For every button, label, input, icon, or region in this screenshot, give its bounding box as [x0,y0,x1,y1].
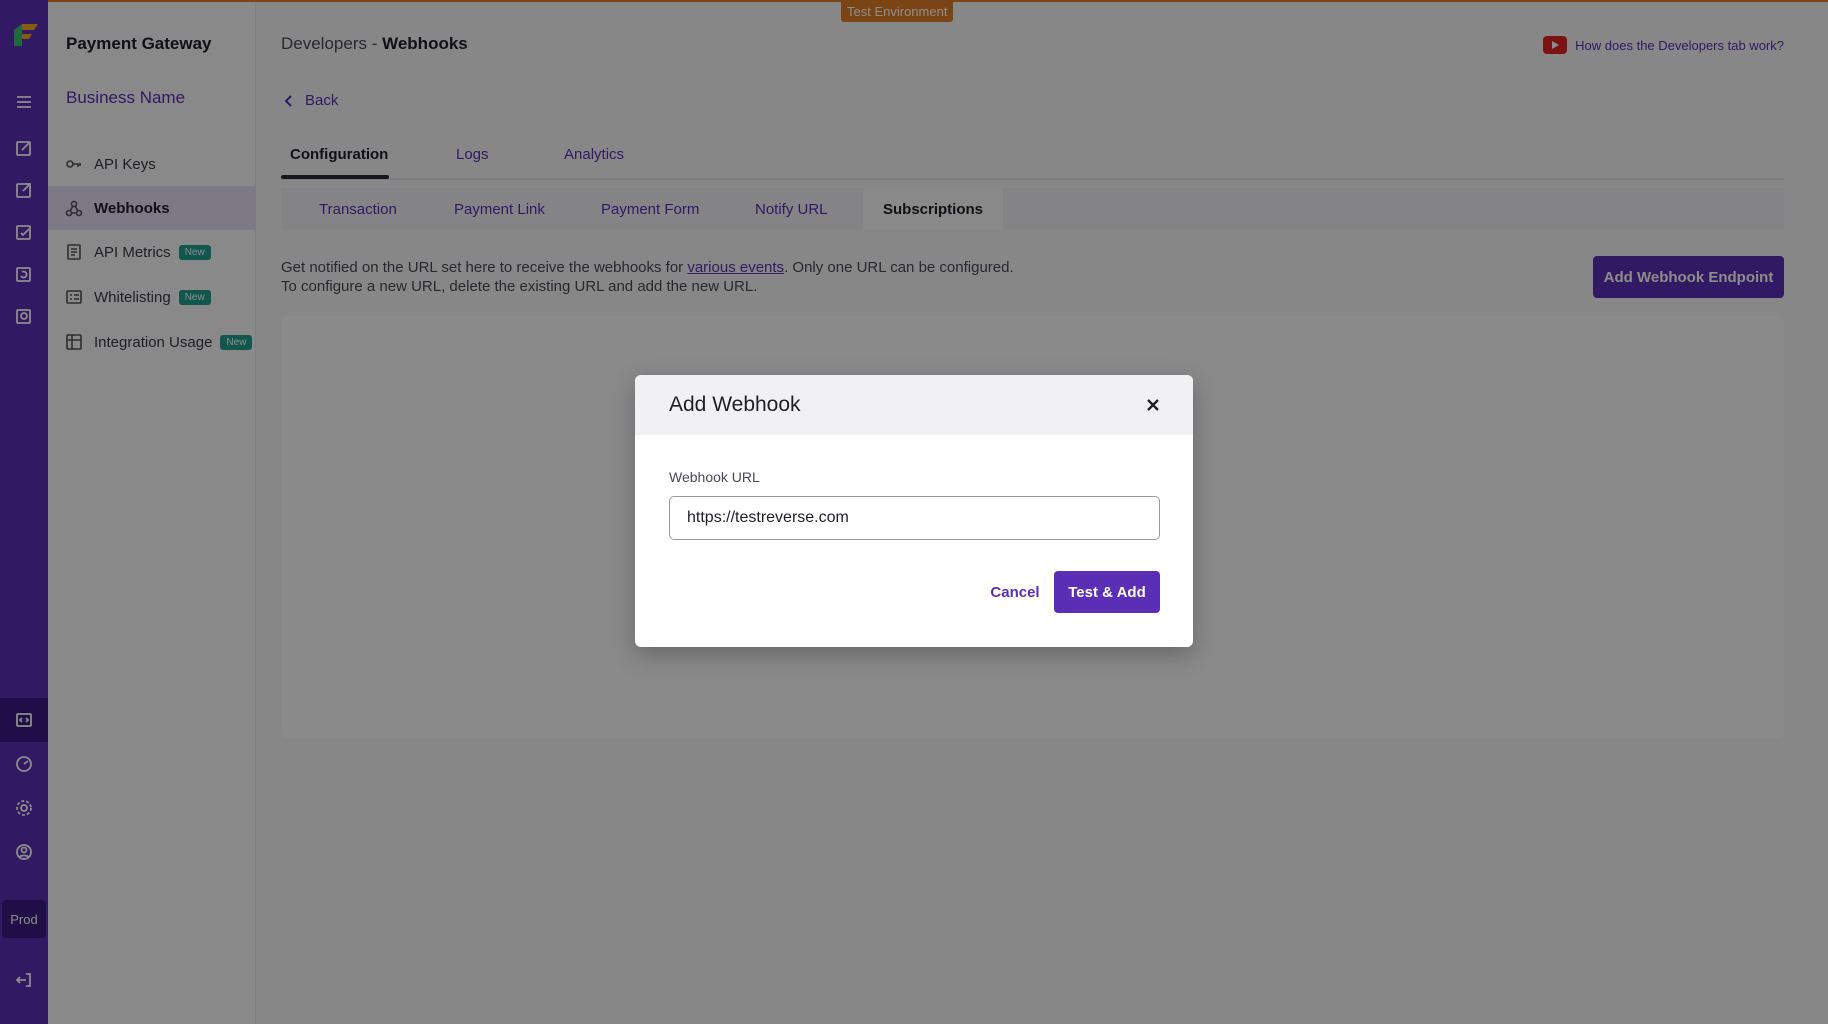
cancel-button[interactable]: Cancel [975,571,1055,613]
add-webhook-modal: Add Webhook Webhook URL https://testreve… [635,375,1193,647]
test-and-add-button[interactable]: Test & Add [1054,571,1160,613]
webhook-url-label: Webhook URL [669,469,760,485]
close-icon[interactable] [1143,395,1163,415]
modal-header: Add Webhook [635,375,1193,435]
modal-title: Add Webhook [669,393,801,416]
webhook-url-input[interactable]: https://testreverse.com [669,496,1160,540]
